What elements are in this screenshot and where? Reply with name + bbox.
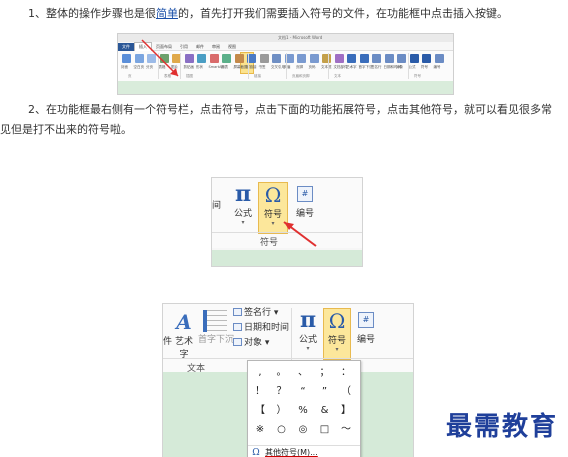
symbol-cell[interactable]: 。 xyxy=(272,365,292,381)
more-symbols-menu-item[interactable]: Ω 其他符号(M)... xyxy=(248,445,360,457)
symbol-group-screenshot: 间 π 公式 ▾ Ω 符号 ▾ # 编号 符号 xyxy=(211,177,363,267)
symbol-cell[interactable]: “ xyxy=(293,384,313,400)
datetime-label: 日期和时间 xyxy=(244,323,290,333)
group-divider xyxy=(291,308,292,364)
chevron-down-icon: ▾ xyxy=(273,308,279,318)
datetime-button[interactable]: 日期和时间 xyxy=(233,321,289,336)
calendar-icon xyxy=(233,323,242,331)
object-button[interactable]: 对象 ▾ xyxy=(233,336,289,351)
symbol-cell[interactable]: ） xyxy=(272,403,292,419)
wordart-icon: A xyxy=(176,310,192,334)
text-commands: 签名行 ▾ 日期和时间 对象 ▾ xyxy=(233,306,289,351)
symbol-cell[interactable]: ○ xyxy=(272,422,292,438)
symbol-cell[interactable]: ※ xyxy=(250,422,270,438)
symbol-cell[interactable]: □ xyxy=(315,422,335,438)
dropcap-icon xyxy=(203,310,227,332)
symbol-label: 符号 xyxy=(327,336,346,346)
watermark-logo: 最需教育 xyxy=(446,412,559,442)
number-label: 编号 xyxy=(356,335,375,345)
chevron-down-icon: ▾ xyxy=(306,345,310,352)
symbol-button[interactable]: Ω 符号 ▾ xyxy=(323,308,351,360)
object-icon xyxy=(233,338,242,346)
dropcap-label: 首字下沉 xyxy=(198,335,235,345)
symbol-dropdown-screenshot: 件 A 艺术字 首字下沉 签名行 ▾ 日期和时间 对象 ▾ π 公式 ▾ Ω 符… xyxy=(162,303,414,457)
symbol-cell[interactable]: ” xyxy=(315,384,335,400)
paragraph-text: 1、整体的操作步骤也是很 xyxy=(28,7,156,20)
symbol-cell[interactable]: 、 xyxy=(293,365,313,381)
paragraph-text: 的，首先打开我们需要插入符号的文件，在功能框中点击插入按键。 xyxy=(178,7,508,20)
symbol-cell[interactable]: ； xyxy=(315,365,335,381)
red-arrow-icon xyxy=(283,221,317,247)
wordart-label: 艺术字 xyxy=(174,337,193,360)
number-icon: # xyxy=(358,312,374,328)
omega-icon: Ω xyxy=(328,309,346,333)
instruction-paragraph-1: 1、整体的操作步骤也是很简单的，首先打开我们需要插入符号的文件，在功能框中点击插… xyxy=(0,4,568,24)
number-button[interactable]: # 编号 xyxy=(353,308,379,345)
word-ribbon-screenshot: 文档1 - Microsoft Word 文件 插入 页面布局 引用 邮件 审阅 视图 封面… xyxy=(117,33,454,95)
simple-link[interactable]: 简单 xyxy=(156,7,178,20)
chevron-down-icon: ▾ xyxy=(264,338,270,348)
instruction-paragraph-2: 2、在功能框最右侧有一个符号栏，点击符号，点击下面的功能拓展符号，点击其他符号，… xyxy=(0,103,552,136)
symbol-cell[interactable]: % xyxy=(293,403,313,419)
symbol-cell[interactable]: 】 xyxy=(336,403,356,419)
formula-label: 公式 xyxy=(298,335,317,345)
symbol-cell[interactable]: ： xyxy=(336,365,356,381)
symbol-cell[interactable]: ～ xyxy=(336,422,356,438)
signature-line-button[interactable]: 签名行 ▾ xyxy=(233,306,289,321)
chevron-down-icon: ▾ xyxy=(335,346,339,353)
symbol-cell[interactable]: （ xyxy=(336,384,356,400)
red-arrow-icon xyxy=(141,39,179,77)
signature-label: 签名行 xyxy=(244,308,272,318)
symbol-cell[interactable]: , xyxy=(250,365,270,381)
symbol-dropdown-panel: ,。、；： ！？ “” （ 【）% &】 ※ ○ ◎ □ ～ Ω 其他符号(M)... xyxy=(247,360,361,457)
group-divider xyxy=(163,358,413,359)
symbol-cell[interactable]: & xyxy=(315,403,335,419)
formula-button[interactable]: π 公式 ▾ xyxy=(295,308,321,353)
object-label: 对象 xyxy=(244,338,263,348)
signature-icon xyxy=(233,308,242,316)
wordart-button[interactable]: A 艺术字 xyxy=(171,310,197,360)
symbol-cell[interactable]: ？ xyxy=(272,384,292,400)
symbol-cell[interactable]: ！ xyxy=(250,384,270,400)
symbol-cell[interactable]: 【 xyxy=(250,403,270,419)
dropcap-button[interactable]: 首字下沉 xyxy=(198,310,235,345)
symbol-cell[interactable]: ◎ xyxy=(293,422,313,438)
pi-icon: π xyxy=(299,307,317,333)
